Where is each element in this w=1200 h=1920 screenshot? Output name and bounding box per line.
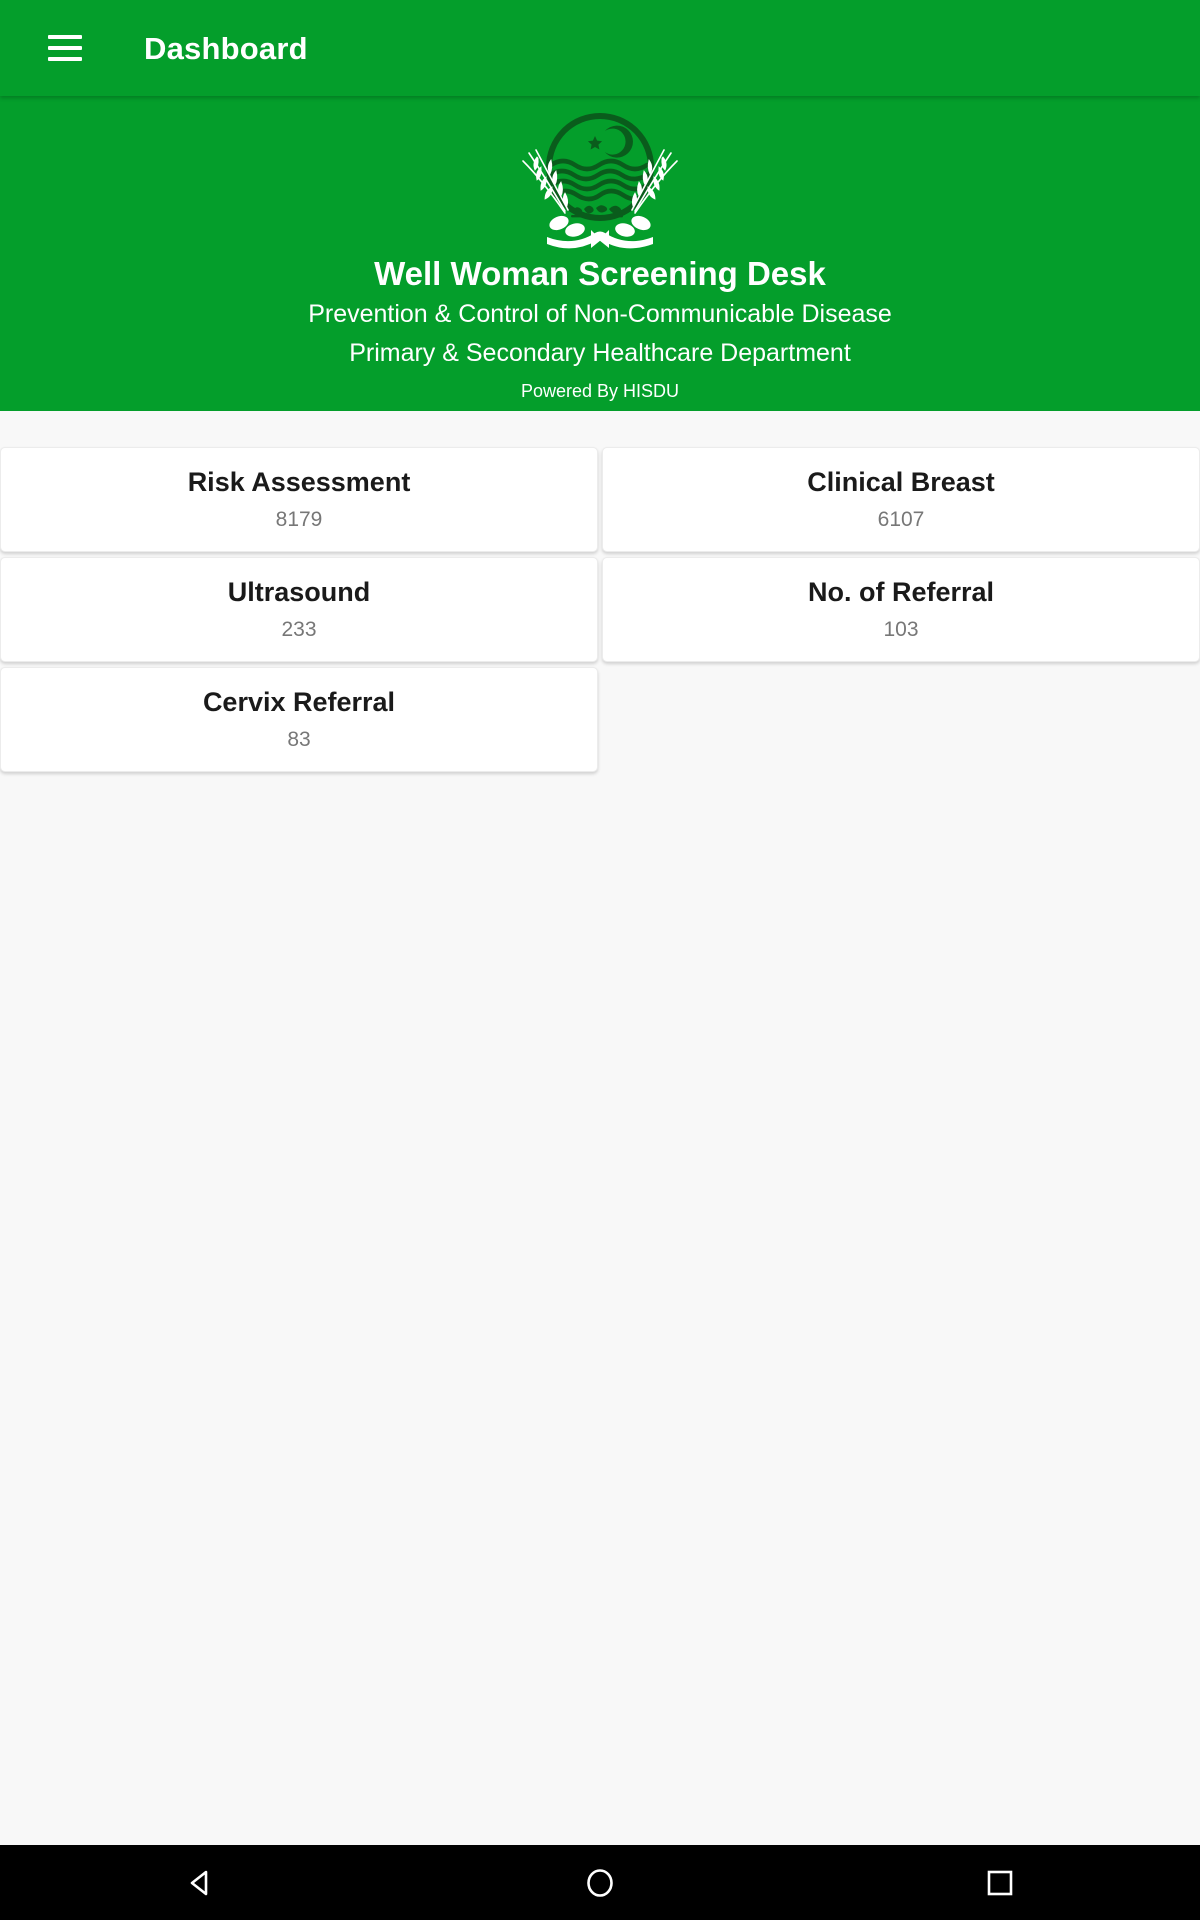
stat-card-grid: Risk Assessment 8179 Clinical Breast 610… [0,447,1200,777]
stat-card-label: No. of Referral [807,576,995,607]
stat-card-label: Risk Assessment [187,466,411,497]
hero-title: Well Woman Screening Desk [374,255,826,292]
hero-powered-by: Powered By HISDU [520,380,680,401]
stat-card-value: 103 [883,618,919,642]
home-button[interactable] [540,1845,660,1920]
hamburger-bar-1 [48,35,82,39]
android-navigation-bar [0,1845,1200,1920]
recents-square-icon [987,1870,1013,1895]
stat-card-value: 233 [281,618,317,642]
stat-card-value: 83 [287,728,311,752]
hamburger-bar-3 [48,57,82,61]
stat-card-ultrasound[interactable]: Ultrasound 233 [0,557,598,662]
stat-card-label: Ultrasound [227,576,371,607]
stat-card-clinical-breast[interactable]: Clinical Breast 6107 [602,447,1200,552]
stat-card-label: Clinical Breast [807,466,995,497]
government-of-punjab-emblem [522,113,678,249]
stat-card-risk-assessment[interactable]: Risk Assessment 8179 [0,447,598,552]
hero-subtitle-line-1: Prevention & Control of Non-Communicable… [308,299,892,328]
home-circle-icon [587,1868,613,1897]
back-triangle-icon [190,1870,208,1895]
stat-card-value: 8179 [275,508,323,532]
recents-button[interactable] [940,1845,1060,1920]
hamburger-menu-icon[interactable] [34,17,96,79]
stat-card-no-of-referral[interactable]: No. of Referral 103 [602,557,1200,662]
page-title: Dashboard [144,30,308,66]
hero-banner: Well Woman Screening Desk Prevention & C… [0,96,1200,411]
app-bar: Dashboard [0,0,1200,96]
hamburger-bar-2 [48,46,82,50]
stat-card-value: 6107 [877,508,925,532]
hero-subtitle-line-2: Primary & Secondary Healthcare Departmen… [349,339,851,368]
stat-card-cervix-referral[interactable]: Cervix Referral 83 [0,667,598,772]
back-button[interactable] [140,1845,260,1920]
stat-card-label: Cervix Referral [202,686,396,717]
